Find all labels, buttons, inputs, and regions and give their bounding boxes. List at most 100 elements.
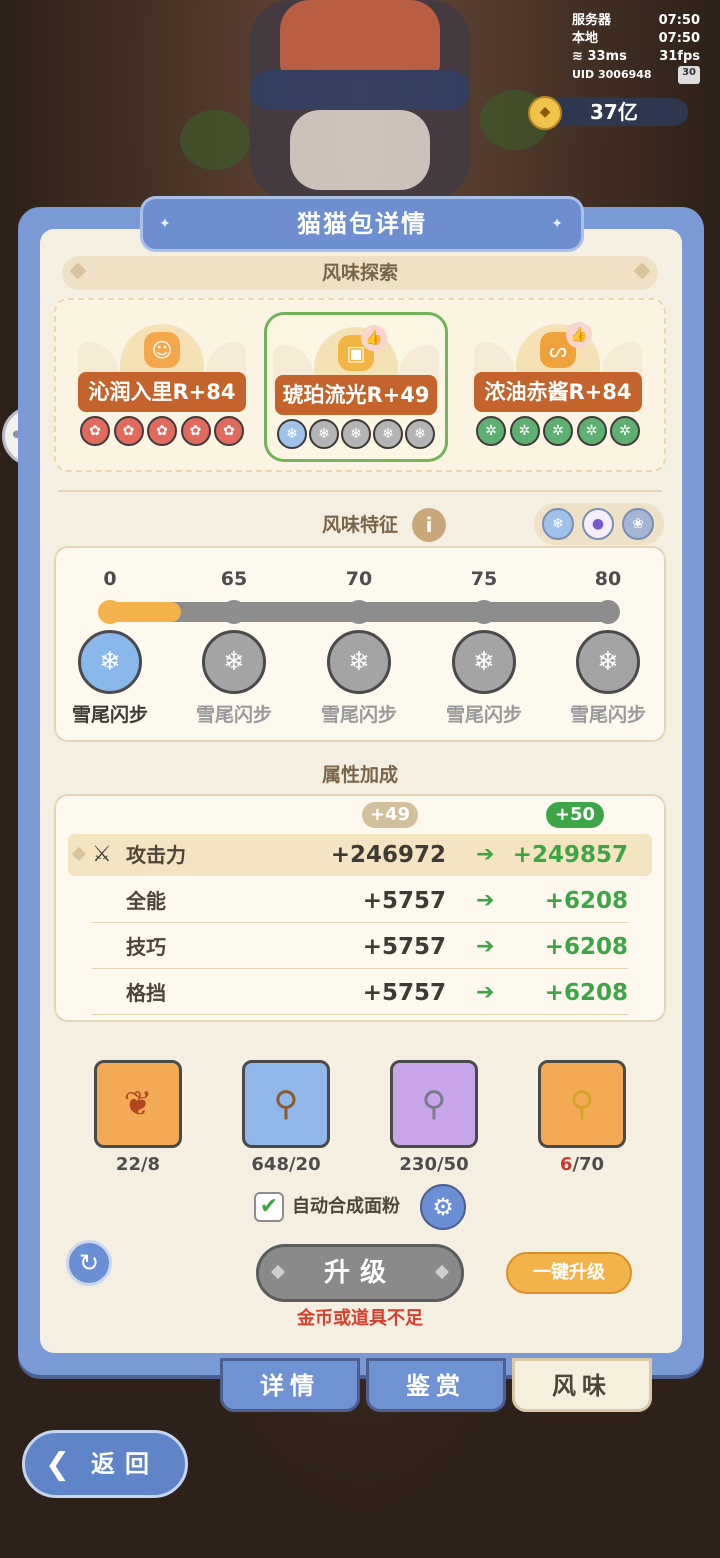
snowflake-rune-icon: ❄ (277, 419, 307, 449)
attribute-name: 技巧 (126, 935, 166, 959)
gear-icon: ⚙ (432, 1193, 454, 1221)
flour-bag-icon: ❦ (123, 1084, 153, 1124)
progress-node (472, 600, 496, 624)
spoon-icon: ⚲ (421, 1084, 447, 1124)
cat-face-icon: ☺ (144, 332, 180, 368)
rune-icon: ✿ (147, 416, 177, 446)
insufficient-warning: 金币或道具不足 (297, 1308, 423, 1329)
uid-label: UID 3006948 (572, 68, 652, 81)
snowflake-rune-icon: ❄ (405, 419, 435, 449)
battery-icon: 30 (678, 66, 700, 84)
orbs-icon[interactable]: ● (582, 508, 614, 540)
gold-amount: 37亿 (590, 100, 638, 124)
back-button[interactable]: ❮ 返回 (22, 1430, 188, 1498)
flavor-name: 浓油赤酱R+84 (474, 372, 642, 412)
skill-label: 雪尾闪步 (569, 704, 646, 726)
thumbs-up-icon: 👍 (566, 322, 592, 348)
auto-synth-checkbox[interactable]: ✔ (254, 1192, 284, 1222)
snow-tail-skill-icon[interactable]: ❄ (452, 630, 516, 694)
rune-icon: ✿ (180, 416, 211, 446)
leaf-rune-icon: ✲ (576, 416, 607, 446)
rune-icon: ✿ (80, 416, 110, 446)
progress-tick-label: 0 (103, 568, 117, 590)
attribute-bonus-title: 属性加成 (321, 764, 398, 786)
next-level-pill: +50 (546, 802, 604, 828)
flavor-card-3[interactable]: ᔕ 👍 浓油赤酱R+84 ✲ ✲ ✲ ✲ ✲ (466, 312, 650, 462)
spoon-icon: ⚲ (569, 1084, 595, 1124)
section-divider (58, 490, 662, 492)
flavor-card-2[interactable]: ▣ 👍 琥珀流光R+49 ❄ ❄ ❄ ❄ ❄ (264, 312, 448, 462)
attribute-next: +6208 (544, 980, 628, 1006)
wifi-icon: ≋ (572, 49, 583, 64)
flavor-card-1[interactable]: ☺ 沁润入里R+84 ✿ ✿ ✿ ✿ ✿ (70, 312, 254, 462)
local-label: 本地 (572, 31, 599, 46)
item-count: 648/20 (251, 1154, 321, 1175)
snow-tail-skill-icon[interactable]: ❄ (202, 630, 266, 694)
snow-tail-skill-icon[interactable]: ❄ (327, 630, 391, 694)
snowflake-icon[interactable]: ❄ (542, 508, 574, 540)
arrow-right-icon: ➔ (476, 934, 495, 959)
checkmark-icon: ✔ (259, 1194, 279, 1219)
arrow-right-icon: ➔ (476, 842, 495, 867)
grape-icon[interactable]: ❀ (622, 508, 654, 540)
item-count: 230/50 (399, 1154, 469, 1175)
upgrade-label: 升级 (323, 1258, 396, 1288)
refresh-button[interactable]: ↻ (66, 1240, 112, 1286)
wooden-spoon-item[interactable]: ⚲ (242, 1060, 330, 1148)
fps-value: 31fps (659, 49, 700, 64)
background-plant (180, 110, 250, 170)
tab-appreciation[interactable]: 鉴赏 (366, 1358, 506, 1412)
gold-spoon-item[interactable]: ⚲ (538, 1060, 626, 1148)
progress-tick-label: 80 (594, 568, 622, 590)
progress-tick-label: 65 (220, 568, 248, 590)
item-count: 6/70 (522, 1154, 642, 1175)
leaf-rune-icon: ✲ (543, 416, 573, 446)
leaf-rune-icon: ✲ (509, 416, 540, 446)
refresh-icon: ↻ (78, 1249, 100, 1277)
flavor-name: 沁润入里R+84 (78, 372, 246, 412)
flavor-name: 琥珀流光R+49 (275, 375, 437, 415)
snow-tail-skill-icon[interactable]: ❄ (78, 630, 142, 694)
status-overlay: 服务器 07:50 本地 07:50 ≋ 33ms 31fps UID 3006948… (572, 12, 700, 96)
progress-tick-label: 75 (470, 568, 498, 590)
progress-node (347, 600, 371, 624)
progress-tick-label: 70 (345, 568, 373, 590)
crossed-swords-icon: ⚔ (92, 842, 112, 867)
flour-bag-item[interactable]: ❦ (94, 1060, 182, 1148)
panel-title: 猫猫包详情 (297, 210, 427, 238)
rune-row: ✿ ✿ ✿ ✿ ✿ (80, 416, 244, 450)
server-label: 服务器 (572, 13, 612, 28)
progress-node (222, 600, 246, 624)
item-count: 22/8 (115, 1154, 161, 1175)
snow-tail-skill-icon[interactable]: ❄ (576, 630, 640, 694)
attribute-next: +249857 (512, 842, 628, 868)
attribute-row: 全能 +5757 ➔ +6208 (68, 880, 652, 922)
thumbs-up-icon: 👍 (361, 325, 387, 351)
flavor-explore-title: 风味探索 (321, 262, 398, 284)
star-ornament-icon: ✦ (551, 216, 565, 232)
upgrade-button[interactable]: 升级 (256, 1244, 464, 1302)
snowflake-rune-icon: ❄ (309, 419, 339, 449)
attribute-next: +6208 (544, 934, 628, 960)
tab-details[interactable]: 详情 (220, 1358, 360, 1412)
skill-label: 雪尾闪步 (320, 704, 397, 726)
silver-spoon-item[interactable]: ⚲ (390, 1060, 478, 1148)
item-count-have: 6 (559, 1154, 573, 1175)
one-key-upgrade-button[interactable]: 一键升级 (506, 1252, 632, 1294)
info-button[interactable]: i (412, 508, 446, 542)
auto-synth-label: 自动合成面粉 (292, 1196, 400, 1217)
tab-flavor[interactable]: 风味 (512, 1358, 652, 1412)
cat-bun-character (250, 0, 470, 200)
progress-node (596, 600, 620, 624)
attribute-current: +5757 (362, 980, 446, 1006)
item-count-need: /70 (572, 1154, 605, 1175)
leaf-rune-icon: ✲ (610, 416, 640, 446)
settings-button[interactable]: ⚙ (420, 1184, 466, 1230)
star-ornament-icon: ✦ (159, 216, 173, 232)
current-level-pill: +49 (362, 802, 418, 828)
attribute-row: 技巧 +5757 ➔ +6208 (68, 926, 652, 968)
skill-label: 雪尾闪步 (71, 704, 148, 726)
attribute-next: +6208 (544, 888, 628, 914)
attribute-row: 格挡 +5757 ➔ +6208 (68, 972, 652, 1014)
flavor-explore-header: 风味探索 (62, 256, 658, 290)
